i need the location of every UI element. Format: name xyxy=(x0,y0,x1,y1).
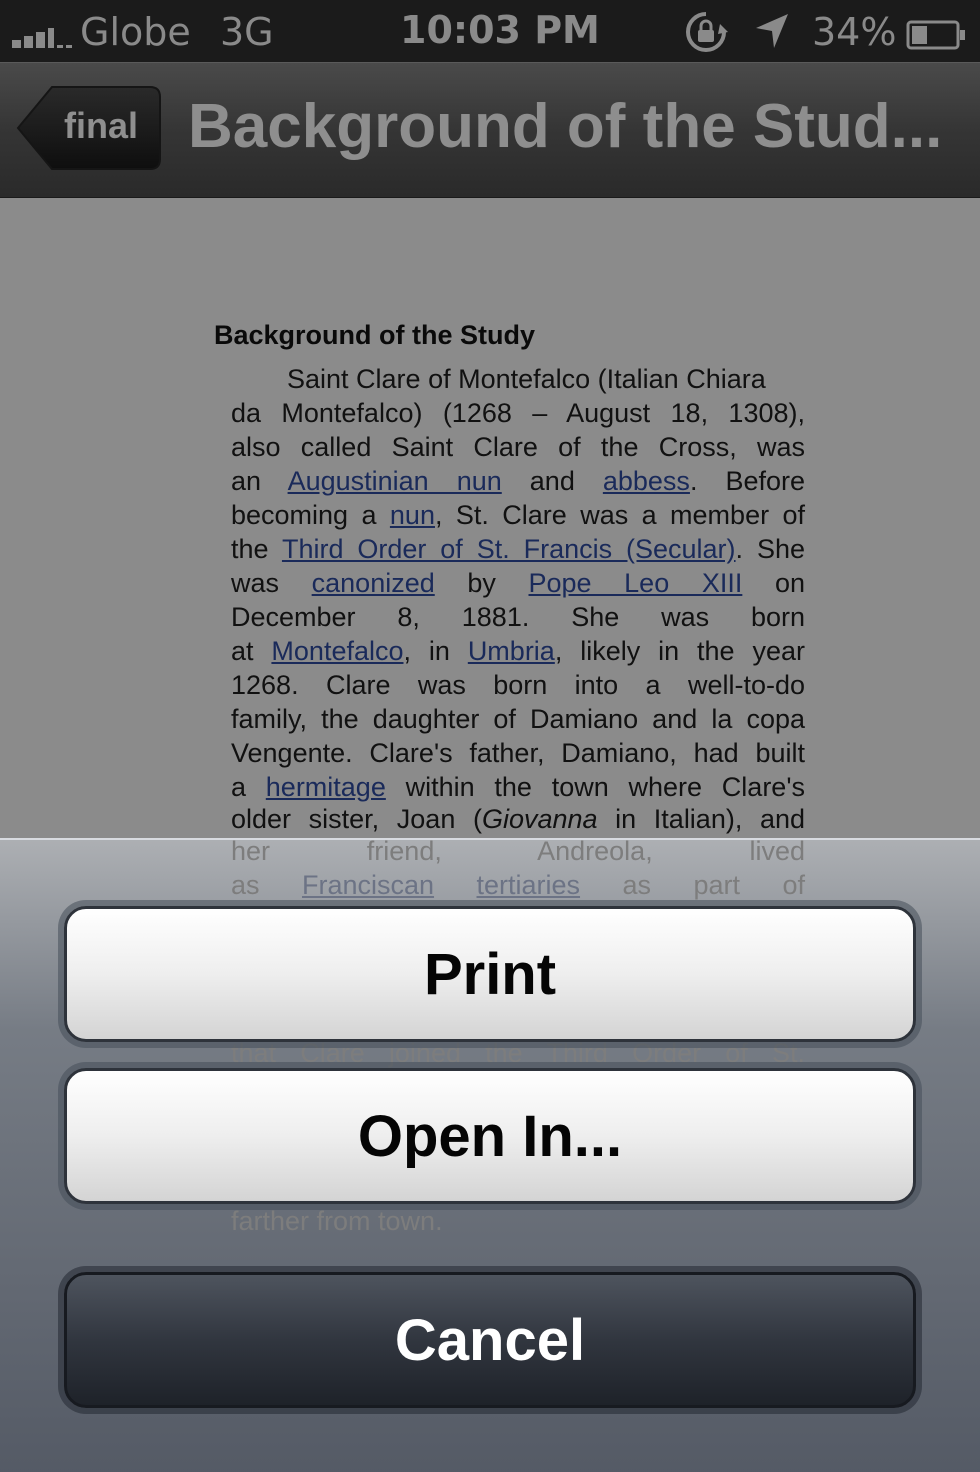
document-heading: Background of the Study xyxy=(214,320,536,350)
document-line: farther from town. xyxy=(231,1206,443,1236)
link-third-order[interactable]: Third Order of St. Francis (Secular) xyxy=(282,534,736,564)
open-in-button-label: Open In... xyxy=(357,1103,623,1169)
location-arrow-icon xyxy=(752,10,792,50)
document-line: older sister, Joan (Giovanna in Italian)… xyxy=(231,804,805,834)
open-in-button[interactable]: Open In... xyxy=(64,1068,916,1204)
status-bar: Globe 3G 10:03 PM 34% xyxy=(0,0,980,62)
document-line: family, the daughter of Damiano and la c… xyxy=(231,704,805,734)
battery-percent: 34% xyxy=(812,10,897,54)
carrier-name: Globe xyxy=(80,10,191,54)
document-line: a hermitage within the town where Clare'… xyxy=(231,772,805,802)
link-abbess[interactable]: abbess xyxy=(603,466,690,496)
link-umbria[interactable]: Umbria xyxy=(468,636,555,666)
link-nun[interactable]: nun xyxy=(390,500,435,530)
document-line: da Montefalco) (1268 – August 18, 1308), xyxy=(231,398,805,428)
link-tertiaries[interactable]: tertiaries xyxy=(477,870,581,900)
link-franciscan[interactable]: Franciscan xyxy=(302,870,434,900)
document-line: Vengente. Clare's father, Damiano, had b… xyxy=(231,738,805,768)
document-line: the Third Order of St. Francis (Secular)… xyxy=(231,534,805,564)
battery-icon xyxy=(906,15,965,50)
print-button-label: Print xyxy=(423,941,557,1007)
document-line: at Montefalco, in Umbria, likely in the … xyxy=(231,636,805,666)
link-montefalco[interactable]: Montefalco xyxy=(271,636,403,666)
document-line: also called Saint Clare of the Cross, wa… xyxy=(231,432,805,462)
document-line: December 8, 1881. She was born xyxy=(231,602,805,632)
document-line: 1268. Clare was born into a well-to-do xyxy=(231,670,805,700)
document-line: an Augustinian nun and abbess. Before xyxy=(231,466,806,496)
link-pope-leo-xiii[interactable]: Pope Leo XIII xyxy=(529,568,743,598)
page-title: Background of the Stud... xyxy=(188,92,943,161)
navigation-bar: final Background of the Stud... xyxy=(0,62,980,199)
cancel-button-label: Cancel xyxy=(394,1307,586,1373)
document-line: Saint Clare of Montefalco (Italian Chiar… xyxy=(287,364,766,394)
document-line: becoming a nun, St. Clare was a member o… xyxy=(231,500,805,530)
signal-bars-icon xyxy=(12,28,72,48)
document-line: was canonized by Pope Leo XIII on xyxy=(231,568,805,598)
status-time: 10:03 PM xyxy=(400,8,600,52)
action-sheet: her friend, Andreola, lived as Francisca… xyxy=(0,836,980,1472)
back-button[interactable]: final xyxy=(16,85,162,171)
document-line: her friend, Andreola, lived xyxy=(231,836,805,866)
network-type: 3G xyxy=(220,10,274,54)
cancel-button[interactable]: Cancel xyxy=(64,1272,916,1408)
link-hermitage[interactable]: hermitage xyxy=(266,772,386,802)
rotation-lock-icon xyxy=(680,10,732,54)
link-canonized[interactable]: canonized xyxy=(312,568,435,598)
back-button-label: final xyxy=(63,105,138,146)
print-button[interactable]: Print xyxy=(64,906,916,1042)
link-augustinian-nun[interactable]: Augustinian nun xyxy=(288,466,502,496)
document-line: as Franciscan tertiaries as part of xyxy=(231,870,805,900)
